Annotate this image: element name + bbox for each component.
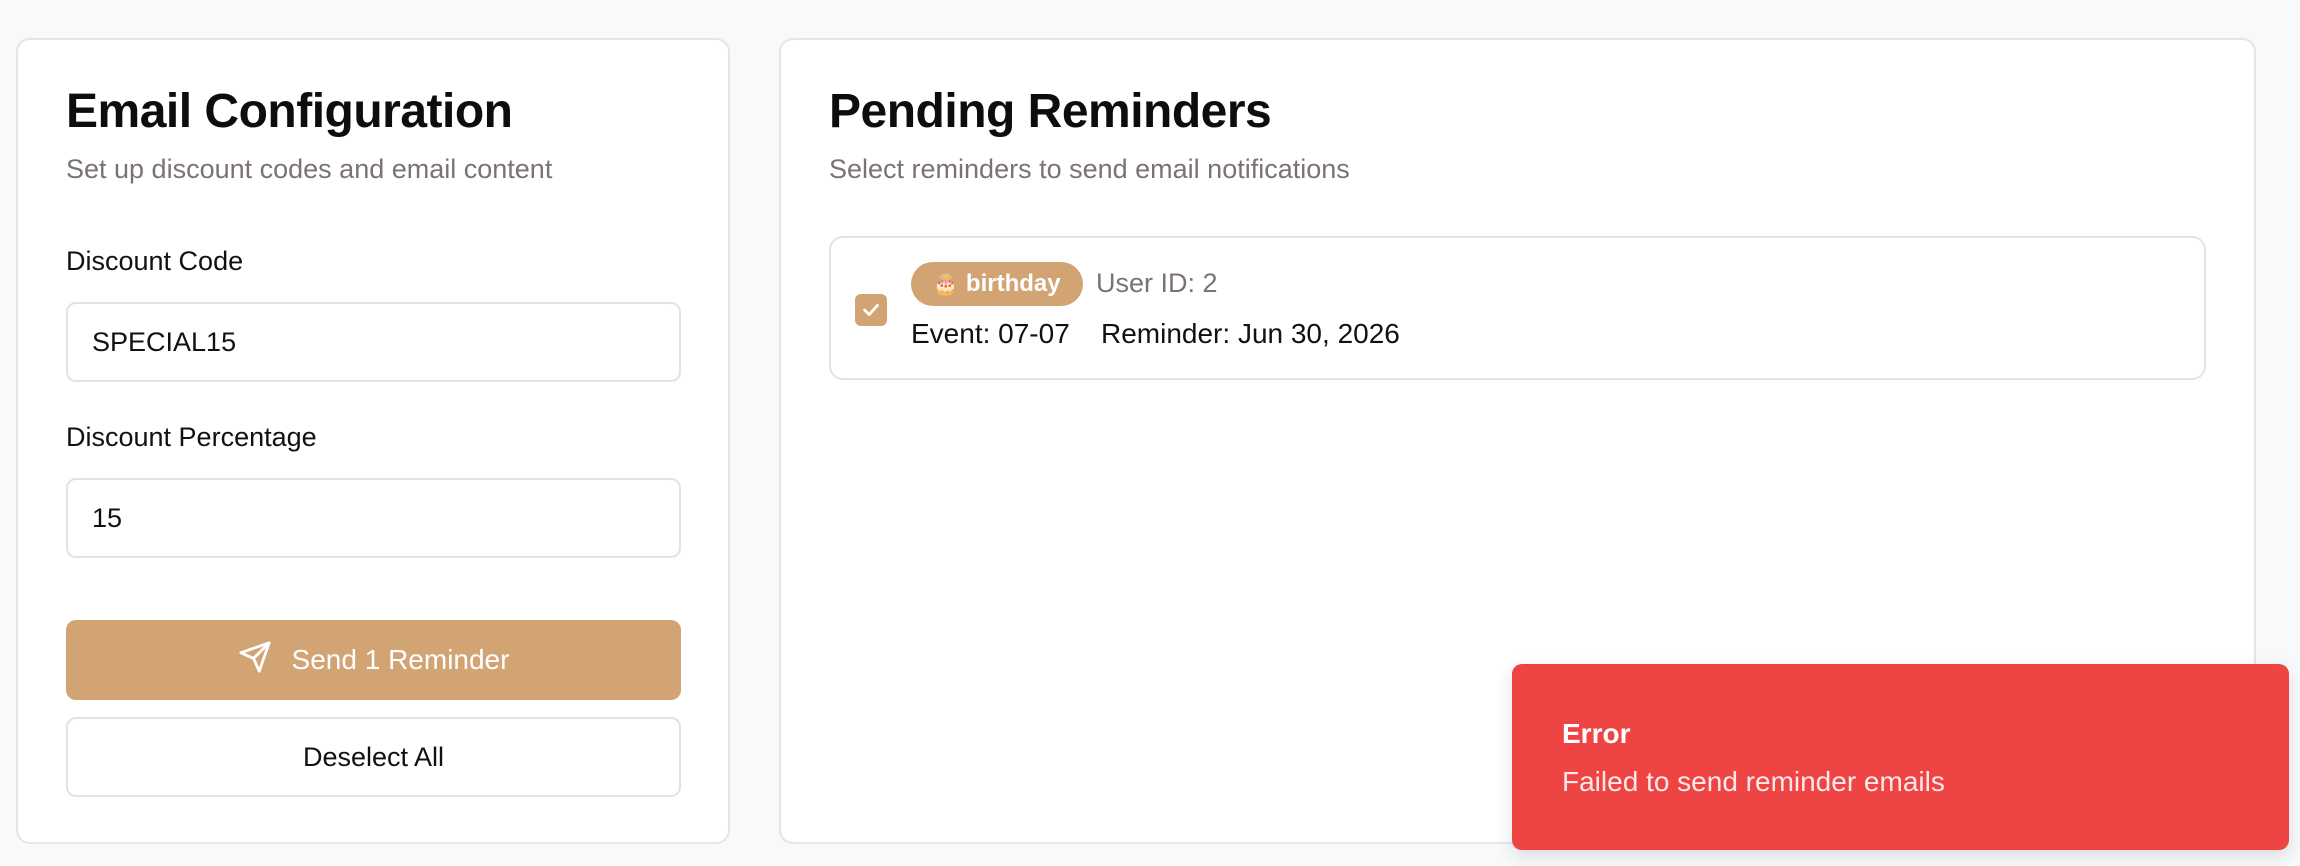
email-configuration-title: Email Configuration	[66, 85, 513, 138]
page: Email Configuration Set up discount code…	[0, 0, 2300, 866]
email-configuration-card: Email Configuration Set up discount code…	[16, 38, 730, 844]
email-configuration-subtitle: Set up discount codes and email content	[66, 154, 553, 184]
discount-percentage-input[interactable]: 15	[66, 478, 681, 558]
discount-code-label: Discount Code	[66, 246, 244, 276]
reminder-date-text: Reminder: Jun 30, 2026	[1101, 318, 1400, 349]
discount-code-input[interactable]: SPECIAL15	[66, 302, 681, 382]
send-icon	[238, 640, 272, 681]
reminder-item[interactable]: 🎂 birthday User ID: 2 Event: 07-07 Remin…	[829, 236, 2206, 380]
check-icon	[863, 304, 879, 316]
event-date-text: Event: 07-07	[911, 318, 1070, 349]
pending-reminders-title: Pending Reminders	[829, 85, 1272, 138]
error-toast[interactable]: Error Failed to send reminder emails	[1512, 664, 2289, 850]
event-type-label: birthday	[965, 270, 1061, 297]
discount-percentage-label: Discount Percentage	[66, 422, 317, 452]
toast-message: Failed to send reminder emails	[1562, 766, 1945, 797]
pending-reminders-subtitle: Select reminders to send email notificat…	[829, 154, 1350, 184]
event-type-badge: 🎂 birthday	[911, 262, 1083, 306]
send-reminder-button-label: Send 1 Reminder	[291, 644, 510, 675]
reminder-checkbox[interactable]	[855, 294, 887, 326]
birthday-cake-icon: 🎂	[933, 273, 958, 296]
deselect-all-button[interactable]: Deselect All	[66, 717, 681, 797]
user-id-text: User ID: 2	[1096, 268, 1218, 298]
toast-title: Error	[1562, 718, 1631, 749]
send-reminder-button[interactable]: Send 1 Reminder	[66, 620, 681, 700]
